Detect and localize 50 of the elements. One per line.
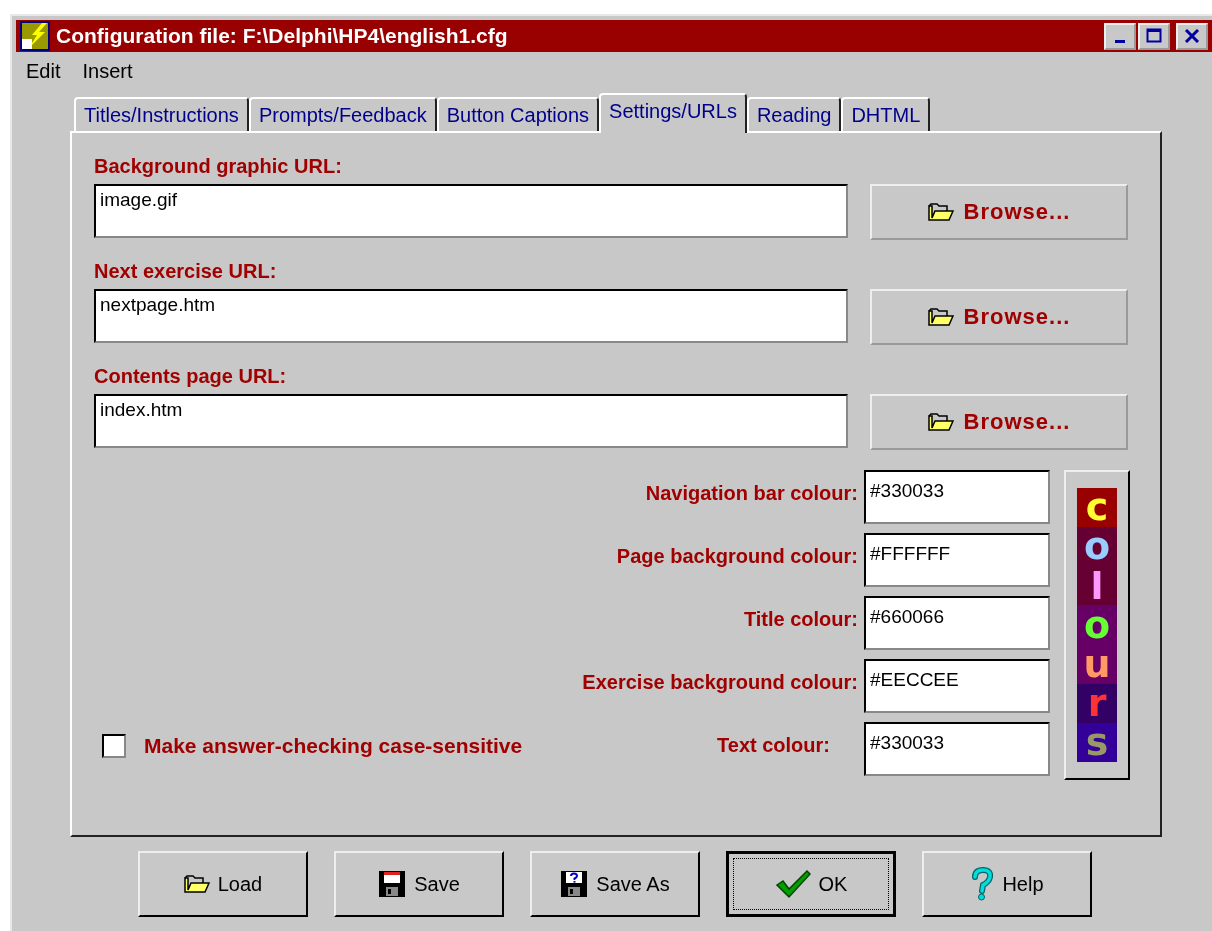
field-label: Title colour:	[743, 608, 858, 631]
folder-icon	[927, 308, 954, 326]
window-title: Configuration file: F:\Delphi\HP4\english1.cfg	[56, 24, 509, 48]
colour-field[interactable]: #EECCEE	[864, 659, 1050, 713]
field-label: Exercise background colour:	[582, 671, 858, 694]
check-mark-icon	[774, 869, 811, 899]
tab[interactable]: Button Captions	[436, 97, 600, 131]
url-field[interactable]: image.gif	[94, 184, 848, 238]
tab[interactable]: DHTML	[841, 97, 931, 131]
field-label: Background graphic URL:	[94, 155, 343, 178]
colour-field[interactable]: #660066	[864, 596, 1050, 650]
field-label: Next exercise URL:	[94, 260, 278, 283]
save-as-button[interactable]: Save As	[530, 851, 700, 917]
colour-field[interactable]: #330033	[864, 722, 1050, 776]
tab[interactable]: Reading	[746, 97, 842, 131]
colour-field[interactable]: #330033	[864, 470, 1050, 524]
browse-button[interactable]: Browse...	[870, 289, 1128, 345]
help-button[interactable]: Help	[922, 851, 1092, 917]
question-mark-icon	[970, 867, 995, 901]
tab[interactable]: Titles/Instructions	[74, 97, 249, 131]
field-label: Text colour:	[717, 734, 830, 757]
minimize-button[interactable]	[1104, 22, 1136, 50]
menu-item[interactable]: Edit	[26, 60, 61, 83]
colour-field[interactable]: #FFFFFF	[864, 533, 1050, 587]
app-lightning-icon	[20, 21, 50, 51]
field-label: Page background colour:	[616, 545, 858, 568]
folder-icon	[183, 875, 210, 893]
ok-button[interactable]: OK	[726, 851, 896, 917]
checkbox-label: Make answer-checking case-sensitive	[144, 734, 524, 758]
folder-icon	[927, 413, 954, 431]
tab[interactable]: Prompts/Feedback	[248, 97, 437, 131]
url-field[interactable]: index.htm	[94, 394, 848, 448]
browse-button[interactable]: Browse...	[870, 184, 1128, 240]
case-sensitive-checkbox[interactable]	[102, 734, 126, 758]
field-label: Contents page URL:	[94, 365, 288, 388]
url-field[interactable]: nextpage.htm	[94, 289, 848, 343]
colours-button[interactable]: c o l o u r s	[1064, 470, 1130, 780]
browse-button[interactable]: Browse...	[870, 394, 1128, 450]
disk-question-icon	[560, 870, 589, 898]
menu-item[interactable]: Insert	[82, 60, 133, 83]
tab[interactable]: Settings/URLs	[599, 93, 747, 133]
folder-icon	[927, 203, 954, 221]
close-button[interactable]	[1176, 22, 1208, 50]
minimize-icon	[1115, 39, 1125, 43]
close-icon	[1184, 29, 1200, 43]
maximize-icon	[1146, 28, 1162, 44]
load-button[interactable]: Load	[138, 851, 308, 917]
field-label: Navigation bar colour:	[645, 482, 858, 505]
save-button[interactable]: Save	[334, 851, 504, 917]
maximize-button[interactable]	[1138, 22, 1170, 50]
